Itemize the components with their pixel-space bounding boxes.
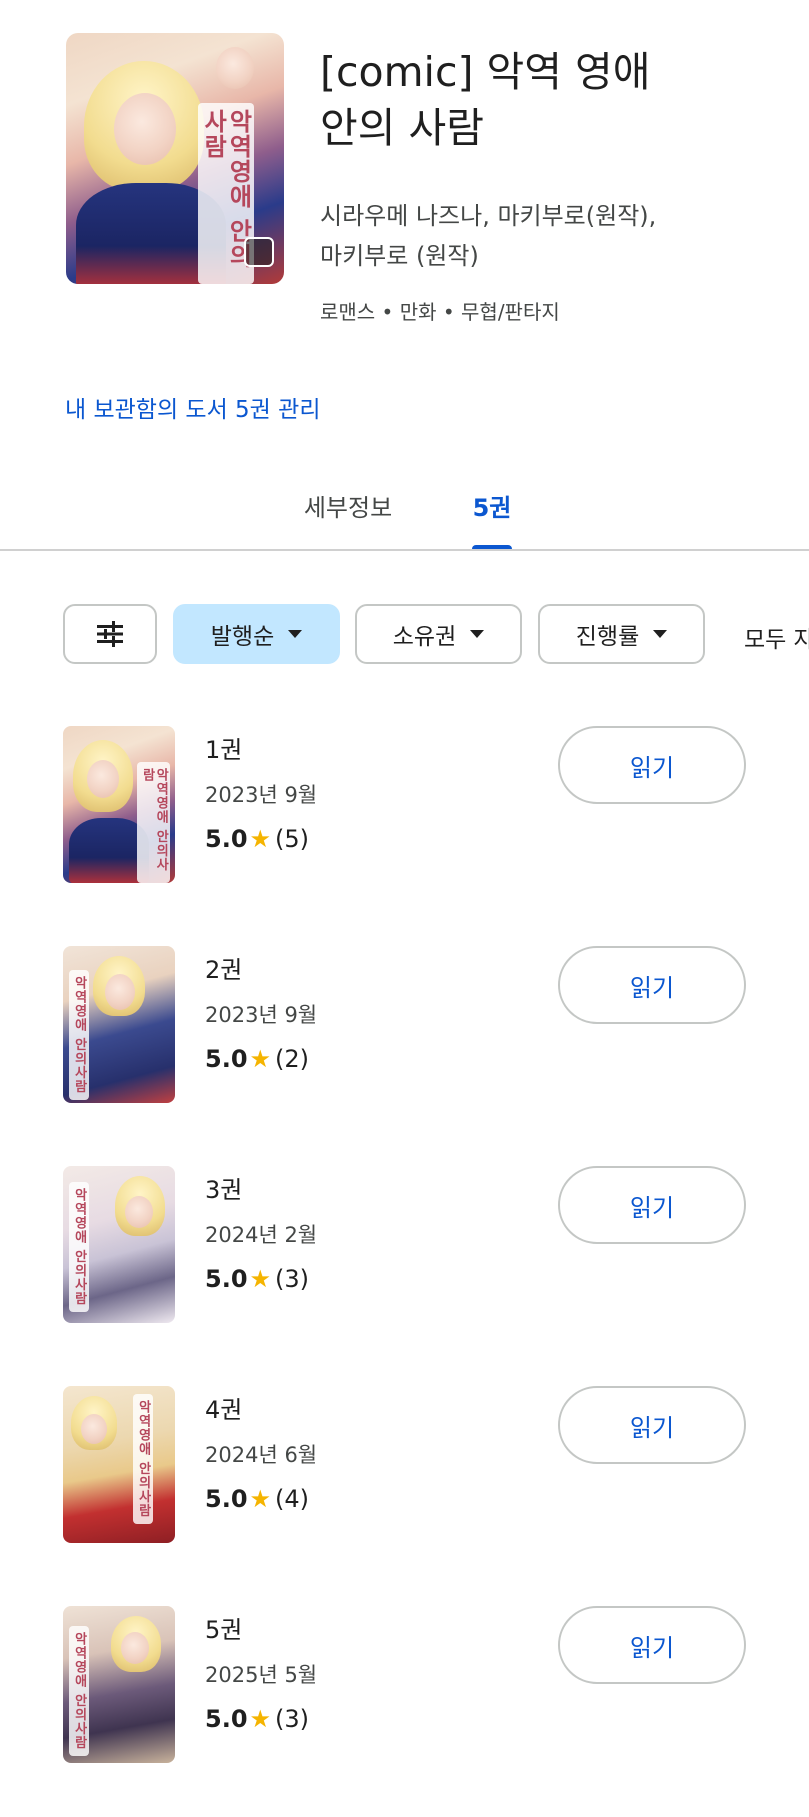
cover-art-face bbox=[87, 760, 119, 798]
volume-date: 2024년 6월 bbox=[205, 1443, 318, 1467]
read-button[interactable]: 읽기 bbox=[558, 726, 746, 804]
cover-art-face bbox=[105, 974, 135, 1010]
book-genres: 로맨스 • 만화 • 무협/판타지 bbox=[320, 300, 560, 324]
tabs-divider bbox=[0, 549, 809, 551]
tune-icon bbox=[97, 621, 123, 647]
sort-chip-label: 발행순 bbox=[210, 624, 275, 650]
star-icon: ★ bbox=[249, 825, 272, 853]
sample-badge-icon bbox=[244, 237, 274, 267]
volume-row[interactable]: 악역영애 안의사람 2권 2023년 9월 5.0 ★ (2) 읽기 bbox=[0, 946, 809, 1106]
volume-label: 4권 bbox=[205, 1396, 243, 1424]
rating-score: 5.0 bbox=[205, 1045, 248, 1073]
volume-label: 3권 bbox=[205, 1176, 243, 1204]
cover-art-face bbox=[114, 93, 176, 165]
filter-chip-ownership[interactable]: 소유권 bbox=[355, 604, 522, 664]
cover-art-face bbox=[81, 1414, 107, 1444]
tab-details[interactable]: 세부정보 bbox=[288, 488, 408, 523]
ownership-chip-label: 소유권 bbox=[392, 624, 457, 650]
volume-rating: 5.0 ★ (5) bbox=[205, 825, 309, 853]
rating-count: (3) bbox=[275, 1265, 310, 1293]
book-cover[interactable]: 악역영애 안의사람 bbox=[66, 33, 284, 284]
star-icon: ★ bbox=[249, 1705, 272, 1733]
cover-art-face-2 bbox=[216, 47, 254, 89]
volume-row[interactable]: 악역영애 안의사람 5권 2025년 5월 5.0 ★ (3) 읽기 bbox=[0, 1606, 809, 1766]
cover-title-text: 악역영애 안의사람 bbox=[137, 762, 171, 883]
volume-cover: 악역영애 안의사람 bbox=[63, 1166, 175, 1323]
rating-score: 5.0 bbox=[205, 1485, 248, 1513]
read-button[interactable]: 읽기 bbox=[558, 1166, 746, 1244]
volume-rating: 5.0 ★ (2) bbox=[205, 1045, 309, 1073]
volume-rating: 5.0 ★ (4) bbox=[205, 1485, 309, 1513]
volume-row[interactable]: 악역영애 안의사람 1권 2023년 9월 5.0 ★ (5) 읽기 bbox=[0, 726, 809, 886]
volume-rating: 5.0 ★ (3) bbox=[205, 1265, 309, 1293]
cover-title-text: 악역영애 안의사람 bbox=[69, 970, 89, 1100]
volume-row[interactable]: 악역영애 안의사람 3권 2024년 2월 5.0 ★ (3) 읽기 bbox=[0, 1166, 809, 1326]
chevron-down-icon bbox=[470, 630, 485, 638]
cover-title-text: 악역영애 안의사람 bbox=[69, 1626, 89, 1756]
manage-library-link[interactable]: 내 보관함의 도서 5권 관리 bbox=[65, 390, 320, 424]
cover-title-text: 악역영애 안의사람 bbox=[133, 1394, 153, 1524]
volume-row[interactable]: 악역영애 안의사람 4권 2024년 6월 5.0 ★ (4) 읽기 bbox=[0, 1386, 809, 1546]
volume-date: 2025년 5월 bbox=[205, 1663, 318, 1687]
rating-score: 5.0 bbox=[205, 825, 248, 853]
rating-count: (3) bbox=[275, 1705, 310, 1733]
tab-volumes[interactable]: 5권 bbox=[452, 488, 532, 523]
select-all-chip[interactable]: 모두 자 bbox=[744, 620, 809, 654]
authors-line-1: 시라우메 나즈나, 마키부로(원작), bbox=[320, 202, 657, 230]
rating-count: (4) bbox=[275, 1485, 310, 1513]
chevron-down-icon bbox=[653, 630, 668, 638]
book-title: [comic] 악역 영애 안의 사람 bbox=[320, 44, 790, 156]
filter-settings-button[interactable] bbox=[63, 604, 157, 664]
cover-art-face bbox=[125, 1196, 153, 1228]
authors-line-2: 마키부로 (원작) bbox=[320, 242, 479, 270]
volume-label: 1권 bbox=[205, 736, 243, 764]
book-authors[interactable]: 시라우메 나즈나, 마키부로(원작), 마키부로 (원작) bbox=[320, 196, 790, 276]
volume-label: 2권 bbox=[205, 956, 243, 984]
rating-score: 5.0 bbox=[205, 1265, 248, 1293]
read-button[interactable]: 읽기 bbox=[558, 1386, 746, 1464]
star-icon: ★ bbox=[249, 1045, 272, 1073]
star-icon: ★ bbox=[249, 1265, 272, 1293]
filter-chip-progress[interactable]: 진행률 bbox=[538, 604, 705, 664]
cover-art-face bbox=[121, 1632, 149, 1664]
read-button[interactable]: 읽기 bbox=[558, 1606, 746, 1684]
volume-label: 5권 bbox=[205, 1616, 243, 1644]
cover-title-text: 악역영애 안의사람 bbox=[69, 1182, 89, 1312]
volume-cover: 악역영애 안의사람 bbox=[63, 1386, 175, 1543]
rating-score: 5.0 bbox=[205, 1705, 248, 1733]
volume-date: 2024년 2월 bbox=[205, 1223, 318, 1247]
book-title-line-2: 안의 사람 bbox=[320, 104, 484, 152]
volume-cover: 악역영애 안의사람 bbox=[63, 1606, 175, 1763]
rating-count: (2) bbox=[275, 1045, 310, 1073]
volume-date: 2023년 9월 bbox=[205, 783, 318, 807]
volume-cover: 악역영애 안의사람 bbox=[63, 726, 175, 883]
read-button[interactable]: 읽기 bbox=[558, 946, 746, 1024]
volume-rating: 5.0 ★ (3) bbox=[205, 1705, 309, 1733]
chevron-down-icon bbox=[288, 630, 303, 638]
progress-chip-label: 진행률 bbox=[575, 624, 640, 650]
sort-chip-publication[interactable]: 발행순 bbox=[173, 604, 340, 664]
rating-count: (5) bbox=[275, 825, 310, 853]
star-icon: ★ bbox=[249, 1485, 272, 1513]
volume-cover: 악역영애 안의사람 bbox=[63, 946, 175, 1103]
volume-date: 2023년 9월 bbox=[205, 1003, 318, 1027]
book-title-line-1: [comic] 악역 영애 bbox=[320, 48, 651, 96]
